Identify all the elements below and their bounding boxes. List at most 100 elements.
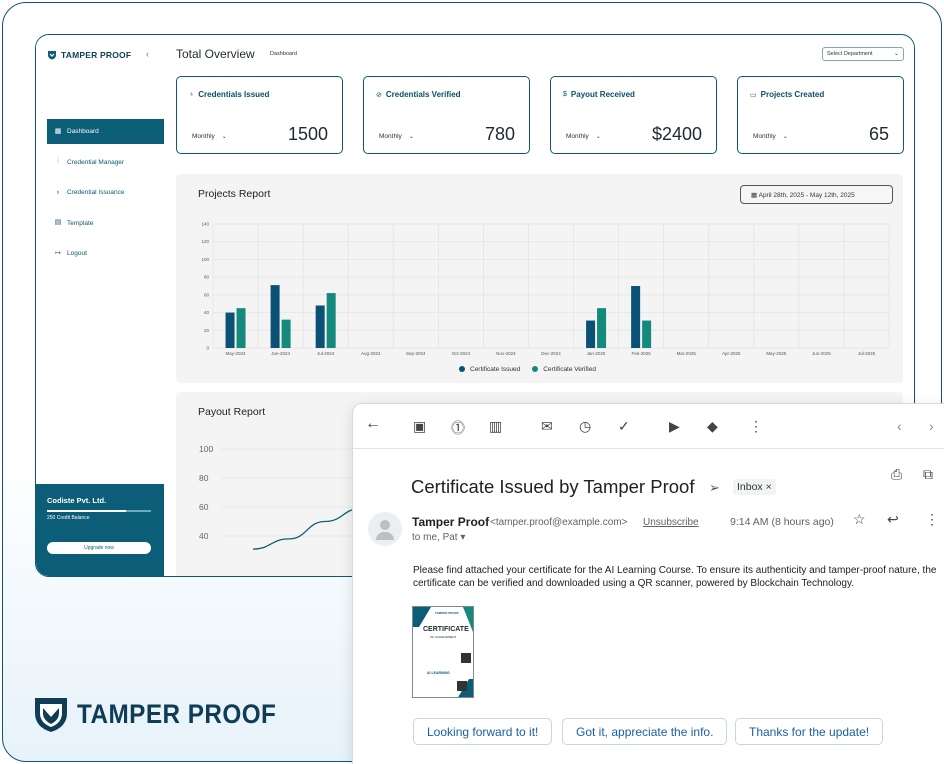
period-dropdown[interactable]: Monthly ⌄ [566,133,601,140]
certificate-course: AI LEARNING [427,671,450,675]
y-tick-label: 0 [206,346,209,351]
legend-item-verified: Certificate Verified [532,366,596,373]
email-subject: Certificate Issued by Tamper Proof [411,476,695,497]
sidebar-item-credential-issuance[interactable]: ♁ Credential Issuance [47,180,164,205]
certificate-attachment[interactable]: TAMPER PROOF CERTIFICATE OF ACHIEVEMENT … [412,606,474,698]
unsubscribe-link[interactable]: Unsubscribe [643,517,699,528]
open-new-window-icon[interactable]: ⧉ [923,466,933,483]
back-arrow-icon[interactable]: ← [365,415,381,433]
toolbar-divider [353,448,944,449]
bar [315,305,325,348]
bar [586,320,596,348]
y-tick-label: 60 [204,292,210,297]
chevron-down-icon: ⌄ [893,51,899,57]
logout-icon: ↦ [55,249,61,257]
importance-icon[interactable]: ➢ [709,480,720,496]
x-tick-label: Jan-2025 [587,351,606,356]
card-value: 1500 [287,124,328,144]
period-dropdown[interactable]: Monthly ⌄ [192,133,227,140]
shield-logo-icon [35,698,67,732]
email-window: ← ▣ ⓵ ▥ ✉ ◷ ✓ ▶ ◆ ⋮ ‹ › ⎙ ⧉ Certificate … [352,403,944,764]
card-projects-created: ▭ Projects Created Monthly ⌄ 65 [737,76,904,154]
logo-wordmark: TAMPER PROOF [77,698,277,729]
y-tick-label: 20 [204,328,210,333]
bar [225,312,235,348]
card-value: $2400 [651,124,702,144]
bar [631,286,641,348]
card-payout-received: $ Payout Received Monthly ⌄ $2400 [550,76,717,154]
x-tick-label: Sep-2024 [406,351,426,356]
smart-reply-2[interactable]: Got it, appreciate the info. [562,718,728,745]
star-icon[interactable]: ☆ [853,511,866,528]
y-tick-label: 60 [199,502,209,512]
label-icon[interactable]: ◆ [707,418,718,435]
card-label: Credentials Issued [198,90,270,99]
chevron-down-icon: ⌄ [595,134,601,140]
print-icon[interactable]: ⎙ [891,466,902,483]
department-select-label: Select Department [827,51,873,57]
projects-bar-chart: 0 20 40 60 80 100 120 140 May-2024 Jun-2024 Jul-20… [201,222,890,356]
x-tick-label: May-2024 [226,351,247,356]
collapse-sidebar-icon[interactable]: ‹ [146,49,149,59]
email-body: Please find attached your certificate fo… [413,565,937,589]
report-spam-icon[interactable]: ⓵ [451,418,465,438]
dollar-icon: $ [563,91,567,98]
mark-unread-icon[interactable]: ✉ [541,418,553,435]
x-tick-label: Jun-2025 [812,351,831,356]
legend-item-issued: Certificate Issued [459,366,520,373]
credit-balance: 250 Credit Balance [47,515,90,521]
sidebar-item-template[interactable]: ▤ Template [47,211,164,236]
y-tick-label: 120 [201,239,209,244]
smart-reply-3[interactable]: Thanks for the update! [735,718,884,745]
period-dropdown[interactable]: Monthly ⌄ [753,133,788,140]
grid-icon: ▦ [54,127,62,135]
y-tick-label: 140 [201,222,209,227]
chevron-left-icon[interactable]: ‹ [897,418,902,434]
x-tick-label: Jun-2024 [271,351,290,356]
inbox-label[interactable]: Inbox × [733,479,776,495]
sidebar-nav: ▦ Dashboard ⫶ Credential Manager ♁ Crede… [47,119,164,272]
chevron-right-icon[interactable]: › [929,418,934,434]
reply-icon[interactable]: ↩ [887,511,899,528]
close-icon[interactable]: × [766,481,772,493]
shield-logo-icon [48,51,56,60]
department-select[interactable]: Select Department ⌄ [822,47,904,61]
y-tick-label: 80 [204,275,210,280]
sidebar-item-credential-manager[interactable]: ⫶ Credential Manager [47,150,164,175]
email-time: 9:14 AM (8 hours ago) [730,516,834,528]
y-tick-label: 100 [199,444,213,454]
credit-progress-bar [47,510,151,512]
bar [270,285,280,348]
bar [597,308,607,348]
more-vert-icon[interactable]: ⋮ [925,511,939,528]
sidebar-item-dashboard[interactable]: ▦ Dashboard [47,119,164,144]
sidebar-item-logout[interactable]: ↦ Logout [47,241,164,266]
smart-reply-1[interactable]: Looking forward to it! [413,718,553,745]
folder-icon: ▭ [750,91,757,99]
snooze-icon[interactable]: ◷ [579,418,591,435]
recipients[interactable]: to me, Pat ▾ [412,532,465,543]
tamper-proof-logo: TAMPER PROOF [33,695,299,733]
chevron-down-icon: ⌄ [408,134,414,140]
archive-icon[interactable]: ▣ [413,418,426,435]
sidebar-item-label: Dashboard [67,128,99,135]
y-tick-label: 100 [201,257,209,262]
bar [326,293,336,348]
brand-name: TAMPER PROOF [61,50,132,60]
sender-name: Tamper Proof [412,515,490,529]
x-tick-label: May-2025 [766,351,787,356]
x-tick-label: Aug-2024 [361,351,381,356]
avatar [368,512,402,546]
period-dropdown[interactable]: Monthly ⌄ [379,133,414,140]
y-tick-label: 40 [199,531,209,541]
x-tick-label: Oct-2024 [452,351,471,356]
more-vert-icon[interactable]: ⋮ [749,418,763,435]
add-task-icon[interactable]: ✓ [618,418,630,435]
card-value: 65 [868,124,889,144]
trash-icon[interactable]: ▥ [489,418,502,435]
upgrade-button[interactable]: Upgrade now [47,542,151,554]
template-icon: ▤ [54,219,62,226]
bar [642,320,652,348]
bar [281,319,291,348]
move-to-icon[interactable]: ▶ [669,418,680,435]
